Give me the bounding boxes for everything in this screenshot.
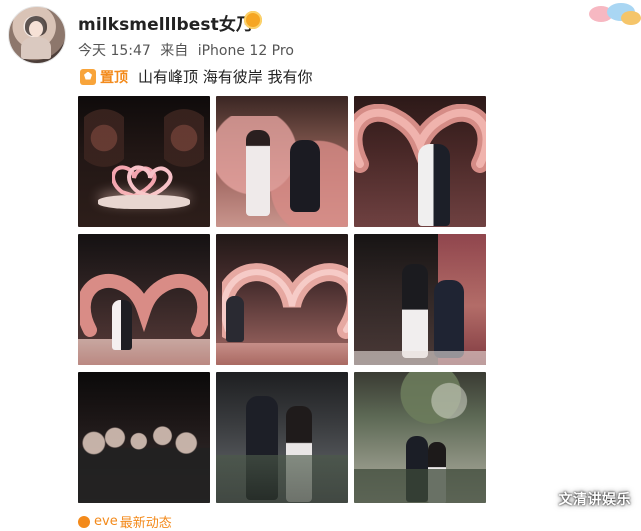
- photo-grid: [78, 96, 486, 503]
- post-source-prefix: 来自: [160, 43, 189, 59]
- heart-sign-icon: [112, 165, 173, 198]
- photo-7[interactable]: [78, 372, 210, 503]
- heart-sign-icon: [80, 273, 208, 337]
- photo-8[interactable]: [216, 372, 348, 503]
- stage-floor: [354, 351, 486, 365]
- crowd: [78, 416, 210, 503]
- photo-1[interactable]: [78, 96, 210, 227]
- watermark: 文清讲娱乐: [558, 492, 631, 508]
- post-device[interactable]: iPhone 12 Pro: [198, 43, 294, 59]
- avatar-body: [21, 37, 51, 59]
- vip-badge-icon: [244, 11, 262, 29]
- couple-figure: [112, 300, 132, 350]
- photo-4[interactable]: [78, 234, 210, 365]
- photo-5[interactable]: [216, 234, 348, 365]
- photo-3[interactable]: [354, 96, 486, 227]
- pin-icon: [80, 68, 96, 85]
- avatar-face: [29, 21, 43, 37]
- sparkle-icon: [78, 515, 90, 528]
- flower-wall: [216, 116, 348, 227]
- post-time: 今天 15:47: [78, 43, 151, 59]
- person-figure: [226, 296, 244, 342]
- photo-2[interactable]: [216, 96, 348, 227]
- latest-updates-label: 最新动态: [119, 516, 172, 531]
- flower-floor: [216, 343, 348, 365]
- woman-figure: [246, 130, 270, 216]
- username[interactable]: milksmelllbest女乃: [78, 10, 253, 35]
- woman-figure: [402, 264, 428, 358]
- stage: [98, 195, 190, 209]
- latest-updates-link[interactable]: eve 最新动态: [78, 512, 172, 531]
- post-meta: 今天 15:47 来自 iPhone 12 Pro: [78, 40, 299, 60]
- couple-figure: [418, 144, 450, 226]
- post-text: 山有峰顶 海有彼岸 我有你: [138, 68, 313, 86]
- plants: [216, 455, 348, 503]
- corner-decoration-icon: [589, 3, 641, 25]
- wreath-decor: [394, 372, 486, 444]
- post-text-row: 置顶 山有峰顶 海有彼岸 我有你: [80, 66, 313, 87]
- photo-9[interactable]: [354, 372, 486, 503]
- plants: [354, 469, 486, 503]
- man-figure: [290, 140, 320, 212]
- avatar[interactable]: [8, 6, 66, 64]
- flower-floor: [78, 339, 210, 365]
- pinned-label: 置顶: [100, 69, 128, 86]
- man-figure: [434, 280, 464, 358]
- photo-6[interactable]: [354, 234, 486, 365]
